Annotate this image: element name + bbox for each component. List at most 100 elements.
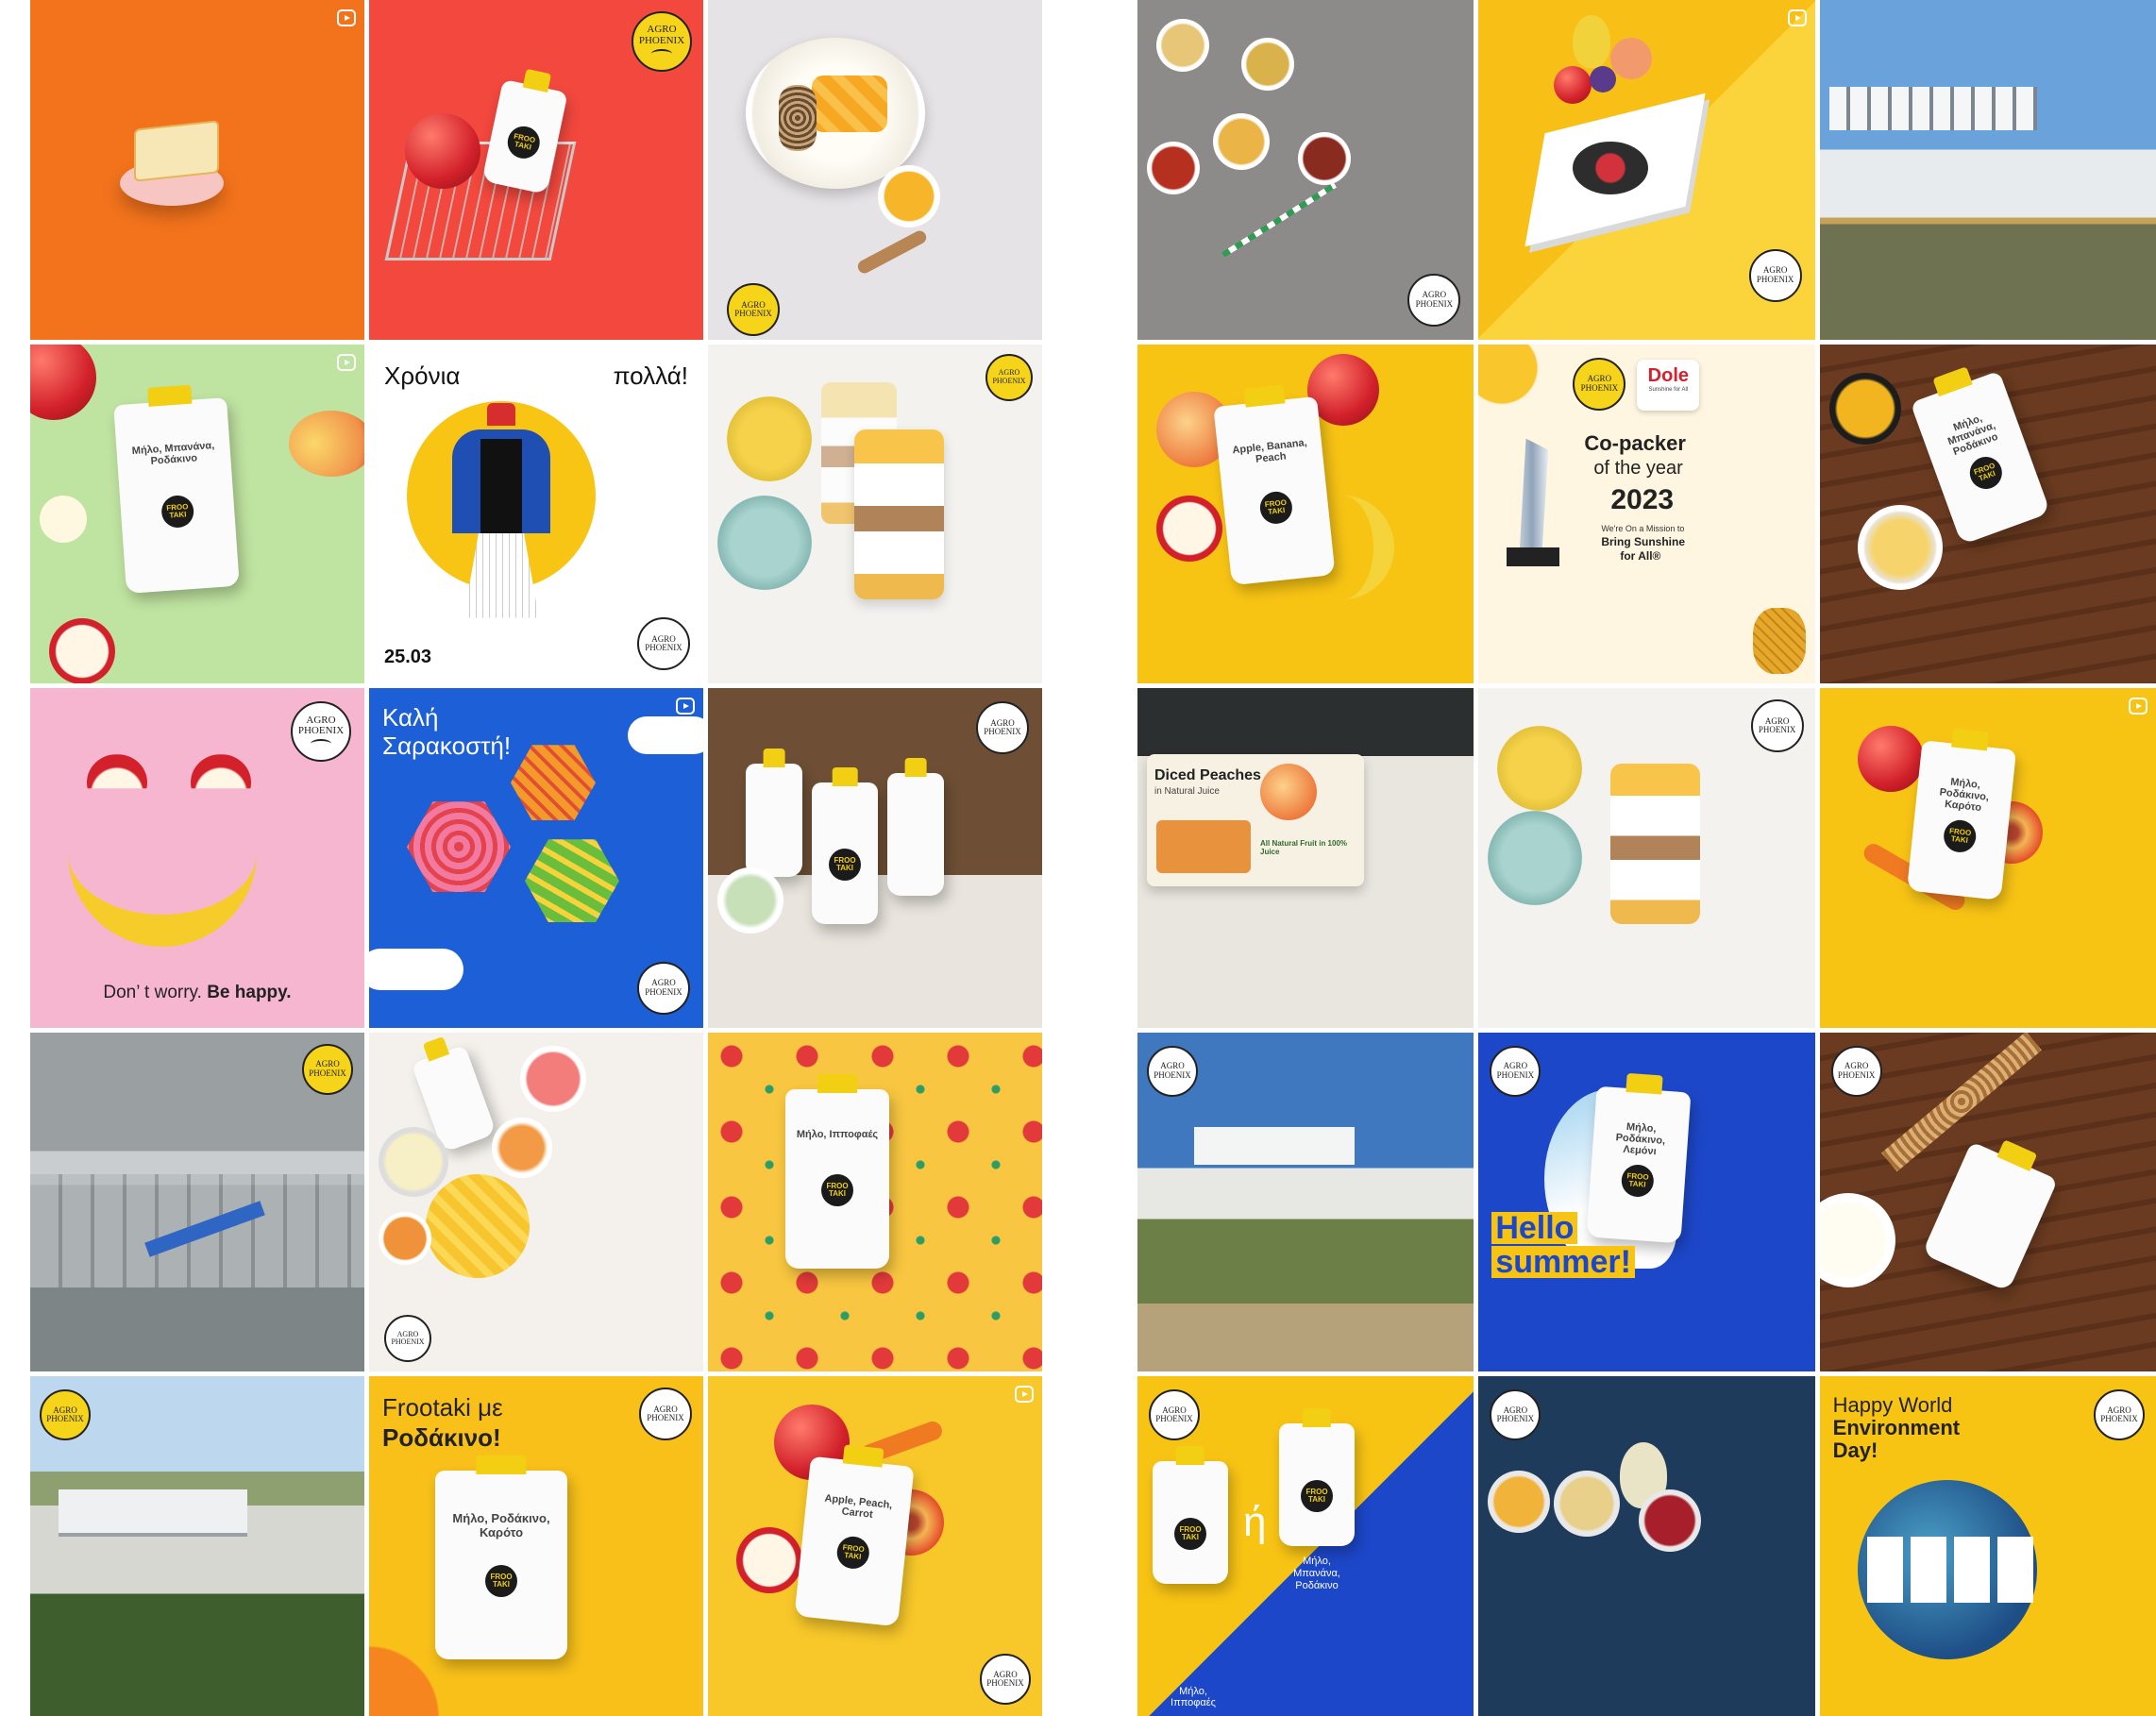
product-pouch xyxy=(746,764,802,878)
award-heading1: Co-packer xyxy=(1584,430,1686,455)
pear-cup xyxy=(379,1126,448,1197)
logo-line2: PHOENIX xyxy=(1496,1069,1535,1080)
greeting-left: Χρόνια xyxy=(384,361,461,390)
apple xyxy=(405,113,480,189)
yogurt-bowl xyxy=(1819,1192,1895,1287)
agro-phoenix-logo: AGRO PHOENIX xyxy=(1750,699,1804,753)
fruit-cup-blue xyxy=(717,495,812,590)
agro-phoenix-logo: AGRO PHOENIX xyxy=(1490,1389,1541,1441)
juice-glass xyxy=(1241,38,1294,91)
dole-tagline: Sunshine for All xyxy=(1648,386,1689,393)
post-parfait-jars[interactable]: AGRO PHOENIX xyxy=(708,344,1042,684)
post-smile-fruit[interactable]: AGRO PHOENIX Don’ t worry. Be happy. xyxy=(30,688,364,1028)
label-right-line3: Ροδάκινο xyxy=(1295,1579,1339,1591)
pack-subtitle: in Natural Juice xyxy=(1154,786,1220,798)
logo-line2: PHOENIX xyxy=(984,727,1021,737)
agro-phoenix-logo: AGRO PHOENIX xyxy=(1147,1045,1198,1097)
product-pouch: FROO TAKI xyxy=(812,782,878,925)
post-green-pouch[interactable]: Μήλο, Μπανάνα, Ροδάκινο FROO TAKI xyxy=(30,344,364,684)
logo-line2: PHOENIX xyxy=(647,1413,684,1423)
reel-icon xyxy=(676,698,695,715)
pouch-label: Apple, Banana, Peach xyxy=(1231,436,1308,465)
apple-eye-left xyxy=(87,754,147,789)
post-record-player[interactable]: AGRO PHOENIX xyxy=(1478,0,1815,340)
glass-trophy xyxy=(1519,438,1549,552)
logo-line2: PHOENIX xyxy=(1580,382,1619,393)
apple xyxy=(30,344,96,420)
post-frootaki-peach[interactable]: Frootaki με Ροδάκινο! AGRO PHOENIX Μήλο, … xyxy=(369,1376,703,1716)
plum xyxy=(1590,66,1617,93)
evzone-shirt xyxy=(480,438,522,533)
post-either-or[interactable]: AGRO PHOENIX FROO TAKI FROO TAKI ή Μήλο, … xyxy=(1137,1376,1474,1716)
apple xyxy=(1554,66,1592,104)
product-pouch xyxy=(887,773,944,897)
post-factory-interior[interactable]: AGRO PHOENIX xyxy=(30,1032,364,1372)
logo-line2: PHOENIX xyxy=(309,1068,346,1078)
post-factory-building[interactable] xyxy=(1819,0,2156,340)
post-orange-product-pedestal[interactable] xyxy=(30,0,364,340)
parfait-jar xyxy=(1610,764,1701,925)
agro-phoenix-logo: AGRO PHOENIX xyxy=(1149,1389,1200,1441)
post-factory-landscape[interactable]: AGRO PHOENIX xyxy=(1137,1032,1474,1372)
brand-badge: FROO TAKI xyxy=(1620,1163,1656,1198)
logo-line2: PHOENIX xyxy=(1415,298,1454,309)
juice-glass xyxy=(1213,113,1270,170)
post-greek-independence[interactable]: Χρόνια πολλά! 25.03 AGRO PHOENIX xyxy=(369,344,703,684)
post-diced-peaches[interactable]: Diced Peaches in Natural Juice All Natur… xyxy=(1137,688,1474,1028)
product-pouch: Μήλο, Ροδάκινο, Καρότο FROO TAKI xyxy=(1906,740,2016,900)
banana-smile xyxy=(68,811,257,948)
logo-line2: PHOENIX xyxy=(391,1337,425,1347)
vinyl-record xyxy=(1573,142,1649,194)
pouch-label: Μήλο, Μπανάνα, Ροδάκινο xyxy=(131,439,215,467)
post-wood-table-pouch[interactable]: Μήλο, Μπανάνα, Ροδάκινο FROO TAKI xyxy=(1819,344,2156,684)
fez-hat xyxy=(487,402,515,426)
post-banana-peach-pouch[interactable]: Apple, Banana, Peach FROO TAKI xyxy=(1137,344,1474,684)
kite-green xyxy=(525,839,619,923)
logo-line2: PHOENIX xyxy=(297,725,345,737)
fruit-cup-pack xyxy=(134,120,219,182)
juice-glass xyxy=(1298,132,1351,185)
agro-phoenix-logo: AGRO PHOENIX xyxy=(302,1043,353,1095)
agro-phoenix-logo: AGRO PHOENIX xyxy=(632,11,692,72)
brand-badge: FROO TAKI xyxy=(1942,818,1978,854)
post-kites[interactable]: Καλή Σαρακοστή! AGRO PHOENIX xyxy=(369,688,703,1028)
agro-phoenix-logo: AGRO PHOENIX xyxy=(1573,357,1626,411)
greeting-right: πολλά! xyxy=(613,361,688,390)
logo-line2: PHOENIX xyxy=(645,986,682,997)
apple-eye-right xyxy=(191,754,251,789)
brand-badge: FROO TAKI xyxy=(829,849,861,882)
fruit-cup-yellow xyxy=(1497,726,1583,812)
product-pouch xyxy=(1921,1141,2058,1292)
hello-line2: summer! xyxy=(1491,1245,1635,1278)
post-copacker-award[interactable]: AGRO PHOENIX Dole Sunshine for All Co-pac… xyxy=(1478,344,1815,684)
peach xyxy=(1610,38,1653,79)
caption-bold: Be happy. xyxy=(207,982,292,1002)
logo-line2: PHOENIX xyxy=(1154,1069,1191,1080)
post-shopping-basket[interactable]: AGRO PHOENIX FROO TAKI xyxy=(369,0,703,340)
post-fruit-cups-flatlay[interactable]: AGRO PHOENIX xyxy=(369,1032,703,1372)
logo-line2: PHOENIX xyxy=(1155,1414,1193,1424)
brand-badge: FROO TAKI xyxy=(485,1565,517,1598)
post-apple-peach-carrot[interactable]: Apple, Peach, Carrot FROO TAKI AGRO PHOEN… xyxy=(708,1376,1042,1716)
post-puree-bowls[interactable]: AGRO PHOENIX xyxy=(1478,1376,1815,1716)
sun-rays xyxy=(1478,344,1564,429)
post-environment-day[interactable]: Happy World Environment Day! AGRO PHOENIX xyxy=(1819,1376,2156,1716)
post-apple-pattern-pouch[interactable]: Μήλο, Ιπποφαές FROO TAKI xyxy=(708,1032,1042,1372)
post-parfait-jars-2[interactable]: AGRO PHOENIX xyxy=(1478,688,1815,1028)
apple-half xyxy=(49,617,115,684)
agro-phoenix-logo: AGRO PHOENIX xyxy=(639,1388,692,1441)
post-granola-pouch[interactable]: AGRO PHOENIX xyxy=(1819,1032,2156,1372)
puree-bowl-red xyxy=(1639,1489,1702,1553)
parfait-jar-front xyxy=(854,429,944,599)
post-yogurt-mango-bowl[interactable]: AGRO PHOENIX xyxy=(708,0,1042,340)
brand-badge: FROO TAKI xyxy=(1174,1518,1206,1551)
post-yellow-pouch-carrot[interactable]: Μήλο, Ροδάκινο, Καρότο FROO TAKI xyxy=(1819,688,2156,1028)
pouch-label: Μήλο, Ροδάκινο, Λεμόνι xyxy=(1615,1120,1666,1158)
post-aerial-factory[interactable]: AGRO PHOENIX xyxy=(30,1376,364,1716)
brand-badge: FROO TAKI xyxy=(1258,489,1294,526)
reel-icon xyxy=(1015,1386,1034,1404)
post-juice-flatlay[interactable]: AGRO PHOENIX xyxy=(1137,0,1474,340)
post-hello-summer[interactable]: AGRO PHOENIX Μήλο, Ροδάκινο, Λεμόνι FROO … xyxy=(1478,1032,1815,1372)
post-product-lineup[interactable]: AGRO PHOENIX FROO TAKI xyxy=(708,688,1042,1028)
label-right-line1: Μήλο, xyxy=(1303,1556,1331,1568)
